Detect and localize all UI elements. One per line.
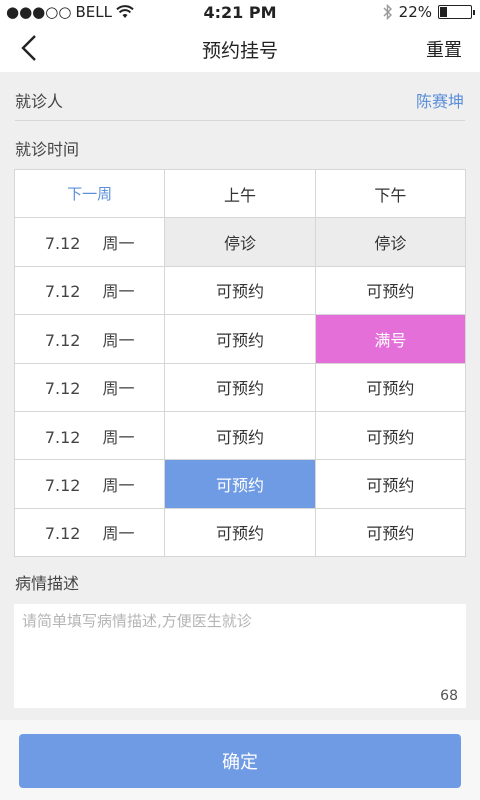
date-text: 7.12 [44,282,81,302]
slot-am-available[interactable]: 可预约 [164,362,316,412]
schedule-header-row: 下一周 上午 下午 [13,168,467,219]
column-header-pm: 下午 [314,168,467,219]
next-week-button[interactable]: 下一周 [13,168,166,219]
slot-am-closed: 停诊 [164,217,316,267]
date-cell: 7.12 周一 [13,265,166,316]
confirm-button[interactable]: 确定 [19,734,461,788]
schedule-label: 就诊时间 [15,140,80,159]
date-cell: 7.12 周一 [13,362,166,412]
date-cell: 7.12 周一 [13,459,166,509]
status-bar: ●●●○○ BELL 4:21 PM 22% [0,0,480,24]
date-cell: 7.12 周一 [13,217,166,267]
slot-am-available[interactable]: 可预约 [164,410,316,461]
slot-pm-available[interactable]: 可预约 [314,362,467,412]
date-text: 7.12 [44,427,81,447]
slot-pm-available[interactable]: 可预约 [314,459,467,509]
slot-am-available[interactable]: 可预约 [164,314,316,364]
weekday-text: 周一 [102,379,135,399]
slot-am-selected[interactable]: 可预约 [164,459,316,509]
weekday-text: 周一 [102,282,135,302]
slot-pm-available[interactable]: 可预约 [314,265,467,316]
date-text: 7.12 [44,330,81,350]
patient-name-link[interactable]: 陈赛坤 [416,88,464,112]
date-text: 7.12 [44,234,81,254]
date-cell: 7.12 周一 [13,314,166,364]
date-text: 7.12 [44,476,81,496]
date-cell: 7.12 周一 [13,410,166,461]
date-text: 7.12 [44,379,81,399]
page-title: 预约挂号 [201,40,278,62]
slot-pm-closed: 停诊 [314,217,467,267]
column-header-am: 上午 [164,168,316,219]
weekday-text: 周一 [102,234,135,254]
slot-am-available[interactable]: 可预约 [164,265,316,316]
nav-bar: 预约挂号 重置 [0,24,480,72]
table-row: 7.12 周一 停诊 停诊 [13,217,467,267]
slot-pm-full: 满号 [314,314,467,364]
weekday-text: 周一 [102,427,135,447]
table-row: 7.12 周一 可预约 可预约 [13,507,467,558]
date-cell: 7.12 周一 [13,507,166,558]
reset-button[interactable]: 重置 [426,36,462,62]
table-row: 7.12 周一 可预约 可预约 [13,459,467,509]
patient-label: 就诊人 [15,92,64,111]
slot-pm-available[interactable]: 可预约 [314,507,467,558]
battery-percent: 22% [398,3,432,21]
table-row: 7.12 周一 可预约 满号 [13,314,467,364]
char-count: 68 [440,688,458,704]
divider [15,120,465,121]
description-label: 病情描述 [15,574,80,593]
schedule-table: 下一周 上午 下午 7.12 周一 停诊 停诊 7.12 周一 可预约 可预约 7.… [13,168,467,558]
weekday-text: 周一 [102,476,135,496]
table-row: 7.12 周一 可预约 可预约 [13,362,467,412]
table-row: 7.12 周一 可预约 可预约 [13,265,467,316]
bluetooth-icon [383,4,392,20]
description-box: 68 [14,604,466,708]
description-input[interactable] [14,604,466,708]
slot-am-available[interactable]: 可预约 [164,507,316,558]
weekday-text: 周一 [102,330,135,350]
battery-icon [438,5,475,19]
weekday-text: 周一 [102,524,135,544]
table-row: 7.12 周一 可预约 可预约 [13,410,467,461]
date-text: 7.12 [44,524,81,544]
slot-pm-available[interactable]: 可预约 [314,410,467,461]
